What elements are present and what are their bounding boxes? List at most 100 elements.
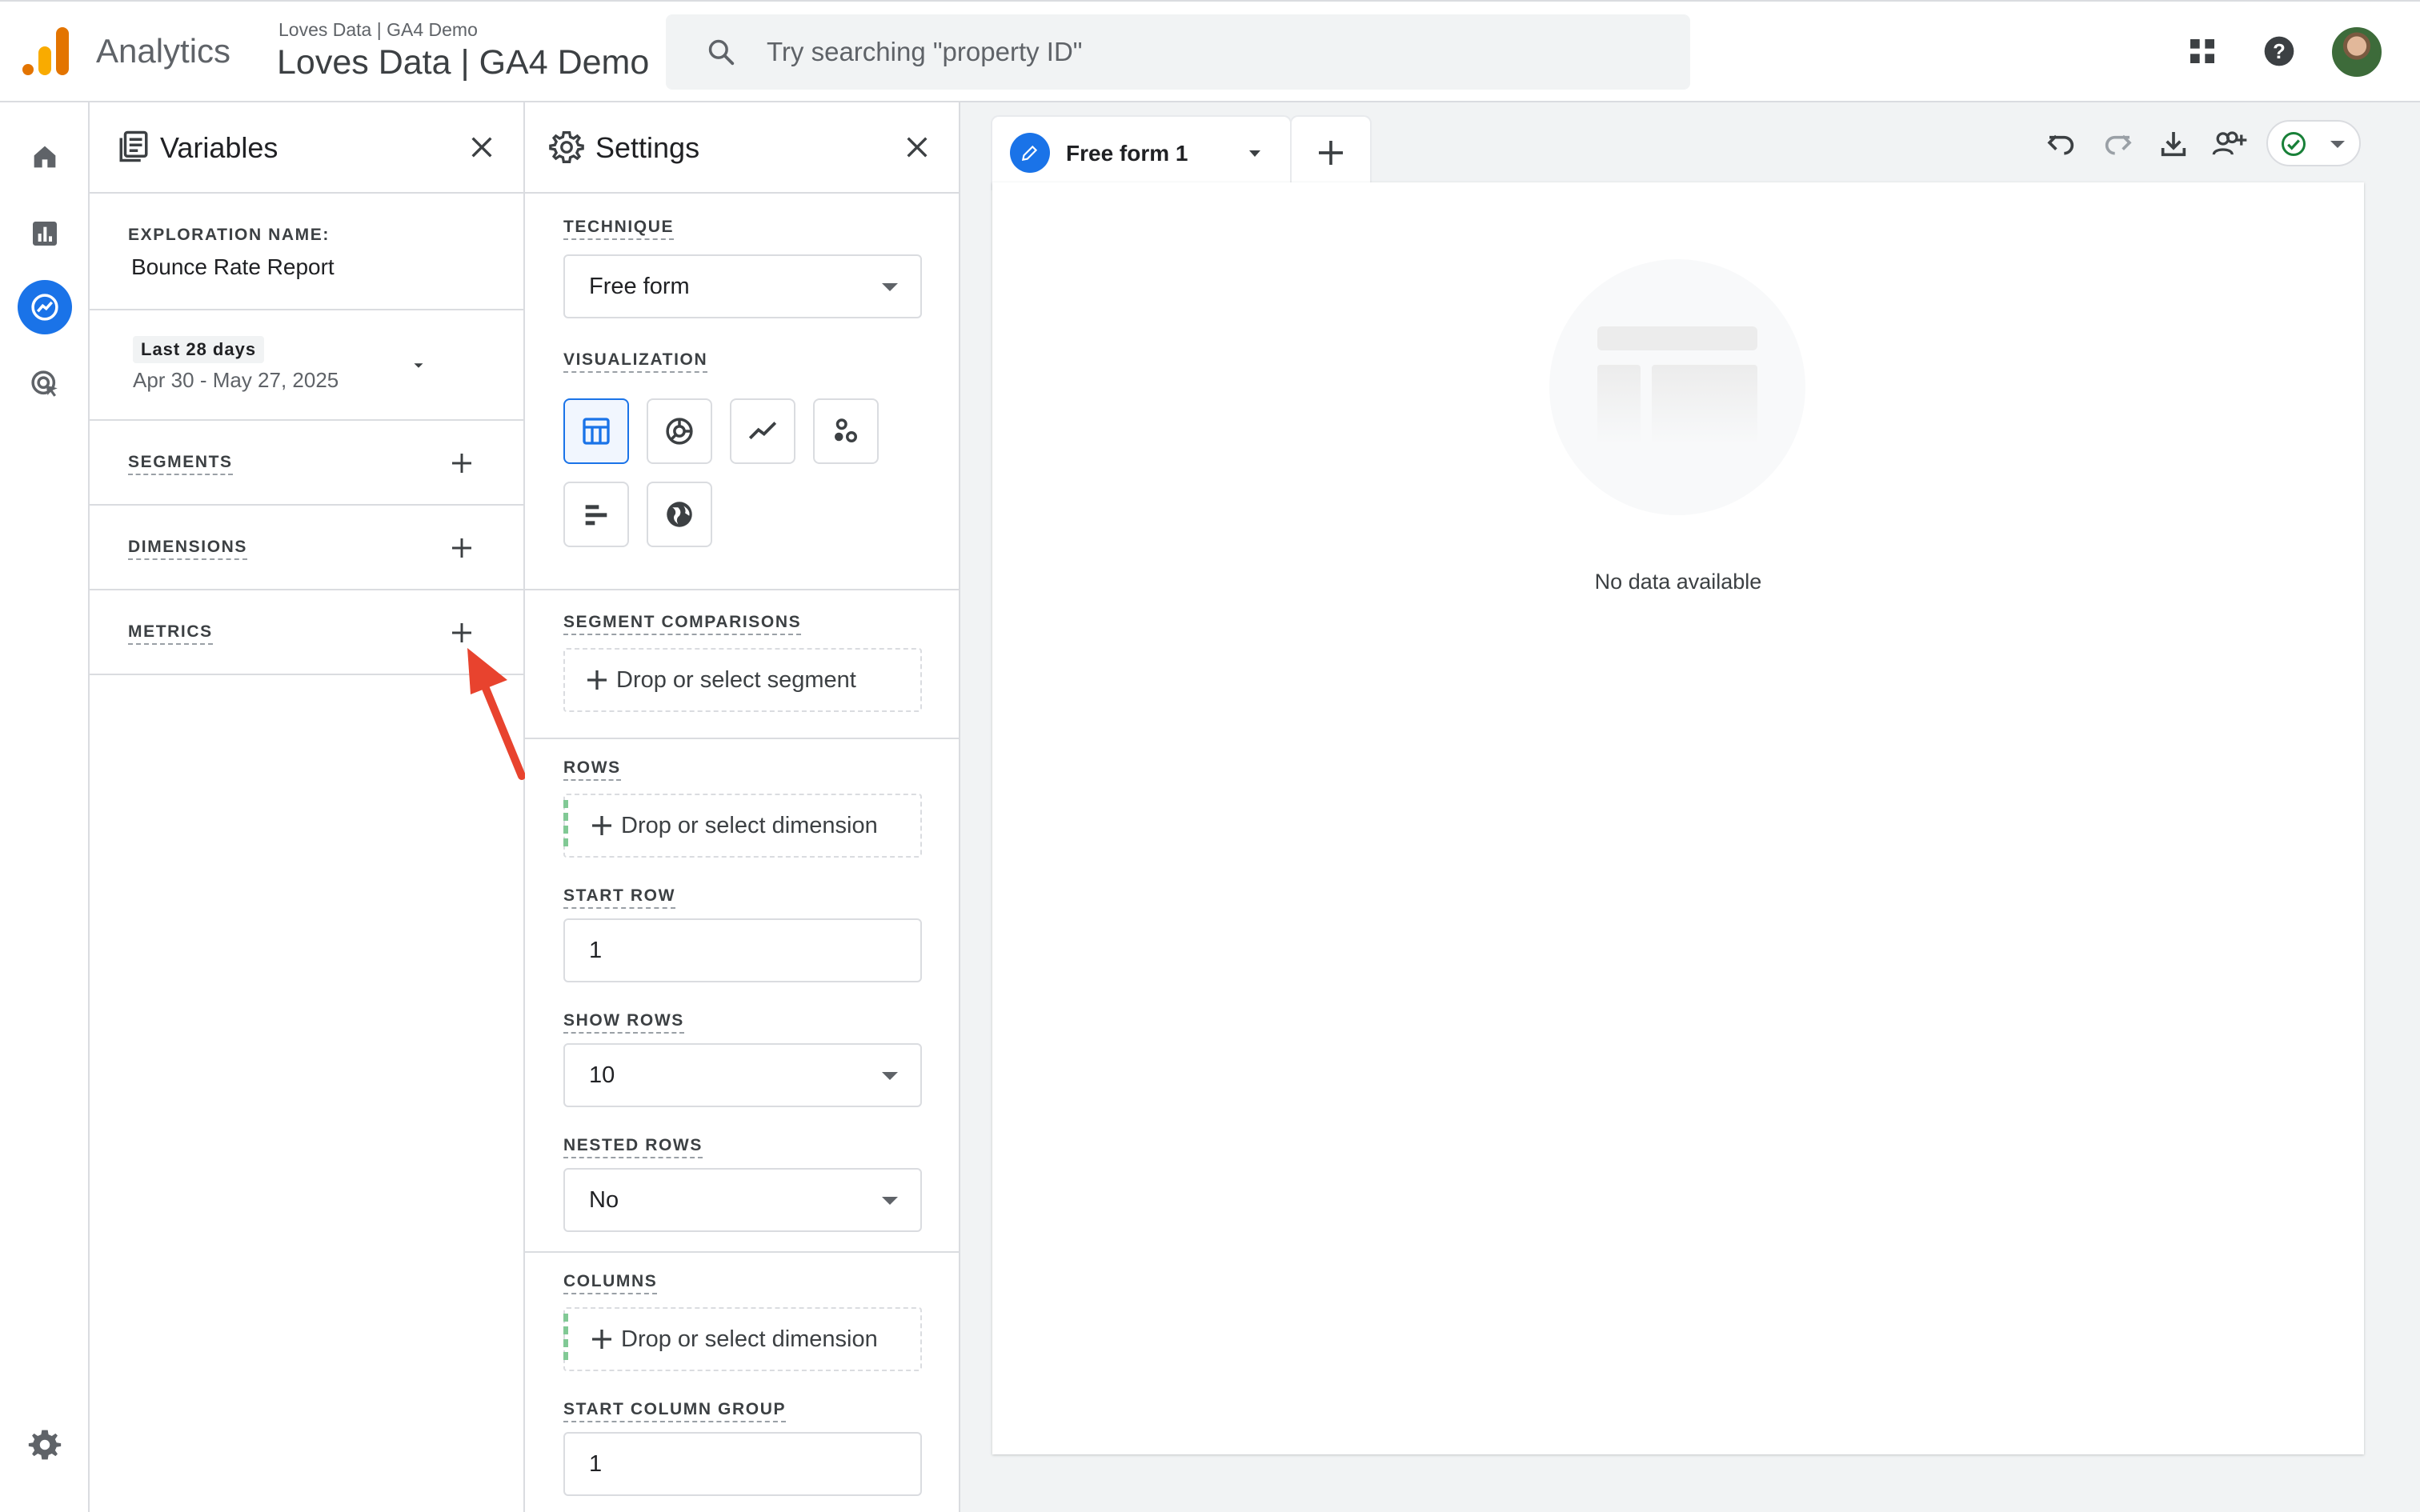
dimensions-section: DIMENSIONS: [90, 506, 523, 590]
show-rows-label: SHOW ROWS: [563, 1011, 684, 1034]
columns-drop-zone[interactable]: Drop or select dimension: [563, 1307, 922, 1371]
add-metric-button[interactable]: [442, 613, 482, 653]
annotation-arrow: [467, 648, 526, 780]
geo-map-icon: [667, 502, 692, 527]
empty-state-illustration: [1549, 259, 1805, 515]
edit-pencil-icon[interactable]: [1010, 133, 1050, 173]
variables-panel: Variables EXPLORATION NAME: Bounce Rate …: [90, 102, 525, 1512]
table-viz-button[interactable]: [563, 398, 629, 464]
donut-viz-button[interactable]: [647, 398, 712, 464]
apps-grid-icon[interactable]: [2180, 29, 2225, 74]
plus-icon: [452, 623, 471, 642]
technique-dropdown[interactable]: Free form: [563, 254, 922, 318]
exploration-canvas-area: Free form 1 No data available: [960, 102, 2420, 1512]
start-column-group-value: 1: [589, 1451, 603, 1477]
date-range-text: Apr 30 - May 27, 2025: [133, 368, 339, 392]
redo-button[interactable]: [2093, 120, 2142, 168]
plus-icon: [452, 454, 471, 473]
bar-viz-button[interactable]: [563, 482, 629, 547]
app-name[interactable]: Analytics: [96, 32, 230, 70]
account-path[interactable]: Loves Data | GA4 Demo: [278, 19, 478, 41]
chevron-down-icon: [882, 1197, 898, 1205]
exploration-name-block: EXPLORATION NAME: Bounce Rate Report: [90, 194, 523, 310]
plus-icon: [452, 538, 471, 558]
chevron-down-icon[interactable]: [1245, 144, 1264, 163]
settings-gear-icon: [549, 131, 584, 163]
add-tab-button[interactable]: [1292, 117, 1370, 189]
technique-value: Free form: [589, 274, 690, 299]
technique-label: TECHNIQUE: [563, 218, 675, 240]
rows-drop-text: Drop or select dimension: [621, 813, 878, 838]
chevron-down-icon: [2330, 141, 2345, 148]
geo-viz-button[interactable]: [647, 482, 712, 547]
top-app-bar: Analytics Loves Data | GA4 Demo Loves Da…: [0, 0, 2420, 102]
rows-drop-zone[interactable]: Drop or select dimension: [563, 794, 922, 858]
exploration-name-label: EXPLORATION NAME:: [128, 226, 330, 244]
explore-icon[interactable]: [18, 280, 72, 334]
close-icon: [471, 137, 492, 158]
nested-rows-dropdown[interactable]: No: [563, 1168, 922, 1232]
line-chart-icon: [748, 422, 777, 440]
segments-label: SEGMENTS: [128, 453, 233, 475]
add-user-icon: [2212, 131, 2247, 155]
plus-icon: [592, 816, 611, 835]
share-button[interactable]: [2206, 120, 2254, 168]
search-bar[interactable]: [666, 14, 1690, 90]
undo-button[interactable]: [2037, 120, 2085, 168]
chevron-down-icon: [882, 283, 898, 291]
download-button[interactable]: [2150, 120, 2198, 168]
check-circle-icon: [2282, 132, 2306, 156]
chevron-down-icon: [882, 1072, 898, 1080]
left-nav-rail: [0, 102, 90, 1512]
property-selector[interactable]: Loves Data | GA4 Demo: [277, 43, 649, 82]
exploration-name-input[interactable]: Bounce Rate Report: [131, 254, 335, 280]
divider: [525, 1251, 959, 1253]
close-settings-button[interactable]: [898, 128, 936, 166]
status-menu-button[interactable]: [2266, 120, 2361, 166]
settings-header: Settings: [525, 102, 959, 194]
account-avatar[interactable]: [2330, 26, 2383, 78]
undo-icon: [2047, 134, 2074, 155]
advertising-icon[interactable]: [18, 357, 72, 411]
settings-gear-icon[interactable]: [18, 1418, 72, 1472]
segment-drop-text: Drop or select segment: [616, 667, 856, 693]
analytics-logo[interactable]: [22, 27, 69, 75]
plus-icon: [1319, 141, 1343, 165]
close-icon: [907, 137, 928, 158]
donut-chart-icon: [666, 418, 693, 445]
metrics-label: METRICS: [128, 622, 213, 645]
search-input[interactable]: [767, 30, 1647, 74]
add-dimension-button[interactable]: [442, 528, 482, 568]
visualization-label: VISUALIZATION: [563, 350, 708, 373]
start-row-value: 1: [589, 938, 603, 963]
tab-label: Free form 1: [1066, 141, 1188, 166]
tab-free-form-1[interactable]: Free form 1: [992, 117, 1290, 189]
plus-icon: [592, 1330, 611, 1349]
date-range-selector[interactable]: Last 28 days Apr 30 - May 27, 2025: [90, 310, 523, 421]
settings-panel: Settings TECHNIQUE Free form VISUALIZATI…: [525, 102, 960, 1512]
start-row-input[interactable]: 1: [563, 918, 922, 982]
bar-chart-icon: [585, 505, 607, 526]
download-icon: [2161, 132, 2186, 157]
start-column-group-input[interactable]: 1: [563, 1432, 922, 1496]
table-icon: [583, 418, 610, 445]
show-rows-dropdown[interactable]: 10: [563, 1043, 922, 1107]
close-variables-button[interactable]: [463, 128, 501, 166]
variables-icon: [119, 130, 148, 162]
scatter-viz-button[interactable]: [813, 398, 879, 464]
home-icon[interactable]: [18, 130, 72, 184]
segment-drop-zone[interactable]: Drop or select segment: [563, 648, 922, 712]
svg-text:?: ?: [2273, 41, 2286, 63]
start-row-label: START ROW: [563, 886, 675, 909]
nested-rows-label: NESTED ROWS: [563, 1136, 703, 1158]
add-segment-button[interactable]: [442, 443, 482, 483]
line-viz-button[interactable]: [730, 398, 795, 464]
rows-label: ROWS: [563, 758, 621, 781]
segment-comparisons-label: SEGMENT COMPARISONS: [563, 613, 802, 635]
show-rows-value: 10: [589, 1062, 615, 1088]
date-preset-chip: Last 28 days: [133, 336, 265, 363]
start-column-group-label: START COLUMN GROUP: [563, 1400, 787, 1422]
help-icon[interactable]: ?: [2257, 29, 2302, 74]
redo-icon: [2105, 134, 2132, 155]
reports-icon[interactable]: [18, 206, 72, 261]
